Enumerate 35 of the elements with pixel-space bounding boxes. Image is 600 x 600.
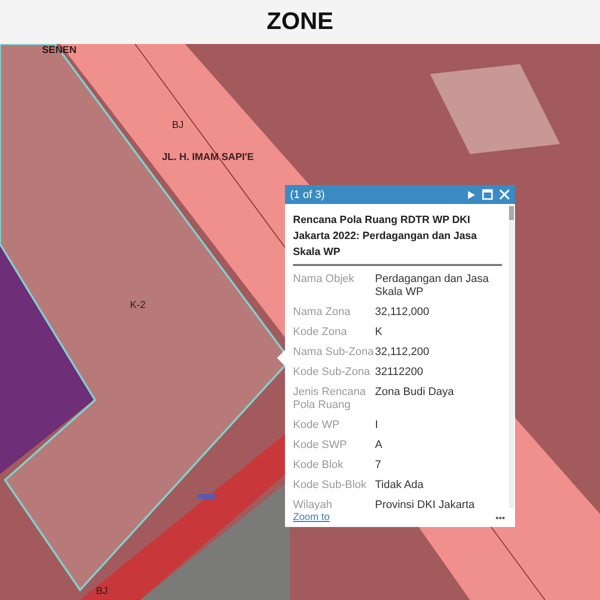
field-value: K: [375, 326, 384, 339]
field-value: 7: [375, 459, 382, 472]
field-value: 32112200: [375, 366, 424, 379]
field-label: Jenis Rencana Pola Ruang: [293, 386, 367, 412]
page-title: ZONE: [266, 8, 334, 36]
field-value: A: [375, 439, 384, 452]
maximize-icon[interactable]: [482, 189, 493, 200]
field-label: Kode WP: [293, 419, 340, 432]
next-icon[interactable]: [466, 190, 476, 200]
field-value: 32,112,200: [375, 346, 430, 359]
more-options-icon[interactable]: •••: [496, 512, 505, 522]
popup-counter: (1 of 3): [290, 188, 325, 200]
field-label: Nama Zona: [293, 306, 352, 319]
close-icon[interactable]: [499, 189, 510, 200]
field-label: Wilayah: [293, 499, 334, 510]
field-value: Perdagangan dan Jasa Skala WP: [375, 273, 490, 299]
field-value: Provinsi DKI Jakarta: [375, 499, 476, 510]
field-value: Zona Budi Daya: [375, 386, 455, 400]
field-label: Kode SWP: [293, 439, 348, 452]
map-label: BJ: [172, 120, 184, 131]
field-label: Kode Sub-Zona: [293, 366, 372, 379]
map-label: JL. H. IMAM SAPI'E: [162, 152, 254, 163]
field-value: I: [375, 419, 380, 432]
zoom-to-link[interactable]: Zoom to: [293, 512, 330, 523]
map-label: K-2: [130, 300, 146, 311]
field-label: Kode Zona: [293, 326, 348, 339]
field-label: Nama Objek: [293, 273, 356, 287]
map-label: BJ: [96, 586, 108, 597]
scrollbar[interactable]: [509, 206, 514, 508]
field-value: Tidak Ada: [375, 479, 425, 492]
field-label: Kode Sub-Blok: [293, 479, 368, 492]
field-value: 32,112,000: [375, 306, 430, 319]
field-label: Kode Blok: [293, 459, 344, 472]
popup-title: Rencana Pola Ruang RDTR WP DKI Jakarta 2022: Perdagangan dan Jasa Skala WP: [293, 213, 478, 260]
field-label: Nama Sub-Zona: [293, 346, 375, 359]
